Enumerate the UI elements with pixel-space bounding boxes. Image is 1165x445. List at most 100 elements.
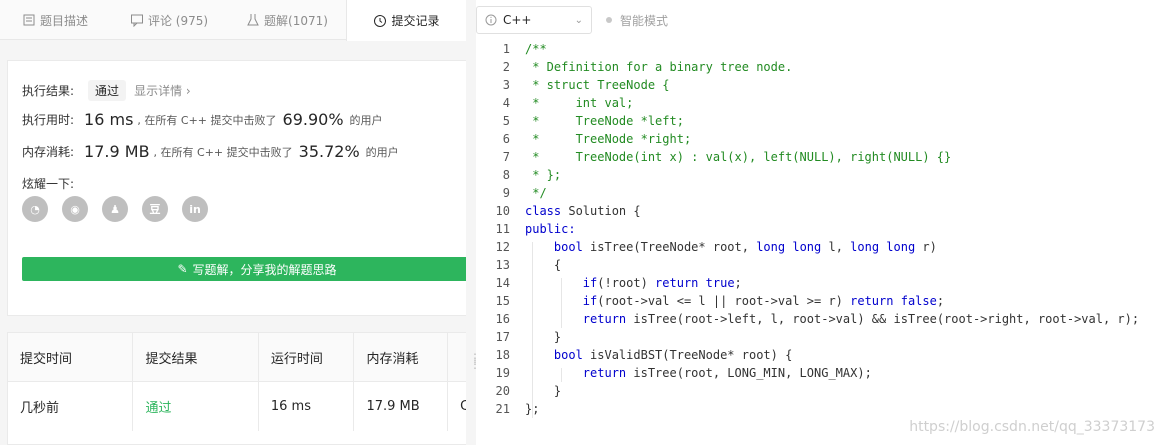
smart-mode-toggle[interactable]: 智能模式 (606, 12, 668, 29)
watermark: https://blog.csdn.net/qq_33373173 (909, 419, 1155, 435)
runtime-text: , 在所有 C++ 提交中击败了 (137, 113, 277, 127)
cell-submit-time: 几秒前 (8, 382, 134, 431)
code-line[interactable]: return isTree(root, LONG_MIN, LONG_MAX); (525, 366, 872, 380)
flask-icon (247, 14, 259, 26)
cell-extra: C (460, 399, 466, 414)
runtime-percent: 69.90% (282, 110, 344, 129)
line-number: 12 (495, 240, 510, 254)
editor-toolbar: C++ ⌄ 智能模式 (476, 0, 1165, 40)
memory-value: 17.9 MB (84, 142, 150, 161)
line-number: 20 (495, 384, 510, 398)
cell-submit-result[interactable]: 通过 (133, 382, 259, 431)
line-number: 14 (495, 276, 510, 290)
tab-description[interactable]: 题目描述 (0, 0, 110, 40)
header-runtime[interactable]: 运行时间 (259, 333, 355, 381)
line-number: 3 (502, 78, 510, 92)
header-submit-time[interactable]: 提交时间 (8, 333, 134, 381)
header-extra (448, 333, 466, 381)
memory-label: 内存消耗: (22, 145, 75, 159)
smart-mode-dot-icon (606, 17, 612, 23)
code-line[interactable]: return isTree(root->left, l, root->val) … (525, 312, 1139, 326)
header-submit-result[interactable]: 提交结果 (133, 333, 259, 381)
code-line[interactable]: * }; (525, 168, 561, 182)
code-line[interactable]: { (525, 258, 561, 272)
code-line[interactable]: * struct TreeNode { (525, 78, 669, 92)
pane-splitter[interactable]: ⋮ ⋮ (466, 0, 481, 445)
code-line[interactable]: * Definition for a binary tree node. (525, 60, 792, 74)
line-number: 19 (495, 366, 510, 380)
submissions-table: 提交时间 提交结果 运行时间 内存消耗 几秒前 通过 16 ms 17.9 MB… (7, 332, 466, 445)
tab-comments-label: 评论 (975) (147, 13, 209, 28)
left-pane: 题目描述 评论 (975) 题解(1071) 提交记录 执行结果: 通过 显示详… (0, 0, 466, 445)
cell-memory: 17.9 MB (354, 382, 449, 431)
table-row[interactable]: 几秒前 通过 16 ms 17.9 MB C (8, 382, 466, 431)
line-number: 9 (502, 186, 510, 200)
comment-icon (130, 14, 143, 27)
line-number: 8 (502, 168, 510, 182)
runtime-value: 16 ms (84, 110, 134, 129)
runtime-suffix: 的用户 (349, 113, 383, 127)
code-line[interactable]: bool isValidBST(TreeNode* root) { (525, 348, 792, 362)
line-number: 1 (502, 42, 510, 56)
language-label: C++ (503, 13, 532, 27)
tab-solutions[interactable]: 题解(1071) (228, 0, 346, 40)
code-line[interactable]: } (525, 330, 561, 344)
line-number: 13 (495, 258, 510, 272)
wechat-icon[interactable]: ◔ (22, 196, 48, 222)
show-details-link[interactable]: 显示详情 › (134, 82, 191, 99)
code-line[interactable]: /** (525, 42, 547, 56)
status-label: 执行结果: (22, 84, 75, 98)
code-editor[interactable]: 1 /** 2 * Definition for a binary tree nod… (476, 40, 1165, 445)
memory-text: , 在所有 C++ 提交中击败了 (153, 145, 293, 159)
header-memory[interactable]: 内存消耗 (354, 333, 449, 381)
share-label: 炫耀一下: (22, 177, 75, 191)
chevron-down-icon: ⌄ (574, 14, 583, 26)
language-select[interactable]: C++ ⌄ (476, 6, 592, 34)
line-number: 6 (502, 132, 510, 146)
info-icon (485, 14, 497, 26)
linkedin-icon[interactable]: in (182, 196, 208, 222)
code-line[interactable]: if(!root) return true; (525, 276, 742, 290)
line-number: 2 (502, 60, 510, 74)
code-line[interactable]: * int val; (525, 96, 633, 110)
code-line[interactable]: class Solution { (525, 204, 641, 218)
memory-suffix: 的用户 (365, 145, 399, 159)
memory-percent: 35.72% (298, 142, 360, 161)
clock-icon (374, 14, 387, 27)
code-line[interactable]: * TreeNode *right; (525, 132, 691, 146)
line-number: 17 (495, 330, 510, 344)
line-number: 11 (495, 222, 510, 236)
line-number: 15 (495, 294, 510, 308)
memory-row: 内存消耗: 17.9 MB , 在所有 C++ 提交中击败了 35.72% 的用… (22, 142, 399, 161)
code-line[interactable]: * TreeNode *left; (525, 114, 684, 128)
tab-submissions[interactable]: 提交记录 (346, 0, 466, 41)
line-number: 7 (502, 150, 510, 164)
code-line[interactable]: if(root->val <= l || root->val >= r) ret… (525, 294, 944, 308)
runtime-label: 执行用时: (22, 113, 75, 127)
write-solution-label: 写题解，分享我的解题思路 (192, 262, 337, 277)
status-row: 执行结果: 通过 显示详情 › (22, 80, 191, 101)
line-number: 21 (495, 402, 510, 416)
write-solution-button[interactable]: ✎ 写题解，分享我的解题思路 (22, 257, 466, 281)
line-number: 5 (502, 114, 510, 128)
line-number: 18 (495, 348, 510, 362)
douban-icon[interactable]: 豆 (142, 196, 168, 222)
code-line[interactable]: public: (525, 222, 576, 236)
editor-pane: C++ ⌄ 智能模式 1 /** 2 * Definition for a bina… (476, 0, 1165, 445)
cell-runtime: 16 ms (259, 382, 355, 431)
share-icons: ◔ ◉ ♟ 豆 in (22, 196, 222, 222)
tab-bar: 题目描述 评论 (975) 题解(1071) 提交记录 (0, 0, 466, 41)
line-number: 16 (495, 312, 510, 326)
weibo-icon[interactable]: ◉ (62, 196, 88, 222)
qq-icon[interactable]: ♟ (102, 196, 128, 222)
pencil-icon: ✎ (177, 262, 188, 276)
indent-guide (532, 242, 533, 418)
status-badge: 通过 (88, 80, 127, 101)
code-line[interactable]: } (525, 384, 561, 398)
tab-comments[interactable]: 评论 (975) (110, 0, 228, 40)
code-line[interactable]: */ (525, 186, 546, 200)
code-line[interactable]: * TreeNode(int x) : val(x), left(NULL), … (525, 150, 951, 164)
code-line[interactable]: bool isTree(TreeNode* root, long long l,… (525, 240, 937, 254)
line-number: 4 (502, 96, 510, 110)
share-row: 炫耀一下: (22, 175, 74, 192)
